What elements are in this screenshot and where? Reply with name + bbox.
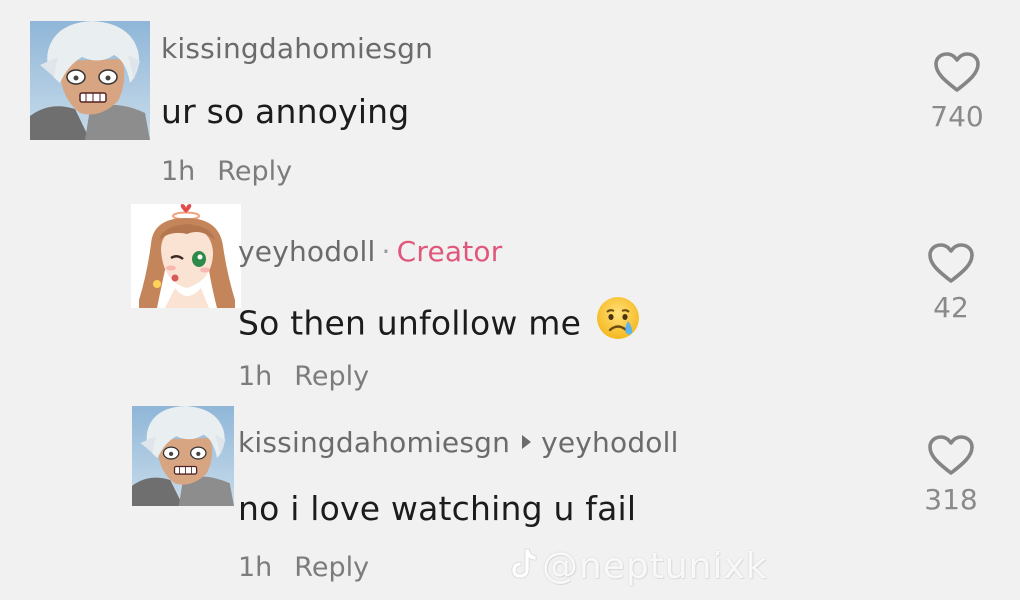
like-button[interactable]: 318 xyxy=(916,433,986,516)
reply-button[interactable]: Reply xyxy=(294,552,369,583)
avatar-kissingdahomiesgn[interactable] xyxy=(132,406,234,506)
username[interactable]: yeyhodoll xyxy=(238,235,376,268)
username[interactable]: kissingdahomiesgn xyxy=(161,32,433,65)
like-count: 42 xyxy=(933,291,969,324)
like-count: 740 xyxy=(930,100,984,133)
comment-meta: 1h Reply xyxy=(238,552,369,583)
heart-icon xyxy=(928,243,974,283)
comment-time: 1h xyxy=(161,156,196,187)
heart-icon xyxy=(928,435,974,475)
comment-meta: 1h Reply xyxy=(161,156,292,187)
reply-arrow-icon xyxy=(522,435,532,449)
heart-icon xyxy=(934,52,980,92)
creator-badge: Creator xyxy=(396,235,503,268)
watermark-handle: @neptunixk xyxy=(542,546,768,587)
like-button[interactable]: 740 xyxy=(922,50,992,133)
comment-text: no i love watching u fail xyxy=(238,489,637,528)
avatar-kissingdahomiesgn[interactable] xyxy=(30,21,150,140)
like-button[interactable]: 42 xyxy=(916,241,986,324)
like-count: 318 xyxy=(924,483,978,516)
crying-face-icon xyxy=(595,295,641,349)
comment-time: 1h xyxy=(238,552,273,583)
comment-username: kissingdahomiesgn yeyhodoll xyxy=(238,426,679,459)
reply-button[interactable]: Reply xyxy=(294,361,369,392)
username[interactable]: kissingdahomiesgn xyxy=(238,426,510,459)
separator-dot: · xyxy=(381,235,391,268)
comment-meta: 1h Reply xyxy=(238,361,369,392)
comment-username[interactable]: kissingdahomiesgn xyxy=(161,32,433,65)
comment-text-content: So then unfollow me xyxy=(238,303,582,343)
reply-button[interactable]: Reply xyxy=(217,156,292,187)
comments-screen: { "comments": [ { "username": "kissingda… xyxy=(0,0,1020,600)
comment-text: So then unfollow me xyxy=(238,295,641,352)
tiktok-watermark: @neptunixk xyxy=(508,546,768,590)
comment-time: 1h xyxy=(238,361,273,392)
comment-text: ur so annoying xyxy=(161,92,410,131)
comment-username: yeyhodoll · Creator xyxy=(238,235,502,268)
reply-to-username[interactable]: yeyhodoll xyxy=(541,426,679,459)
tiktok-logo-icon xyxy=(508,547,538,590)
avatar-yeyhodoll[interactable] xyxy=(131,204,241,308)
